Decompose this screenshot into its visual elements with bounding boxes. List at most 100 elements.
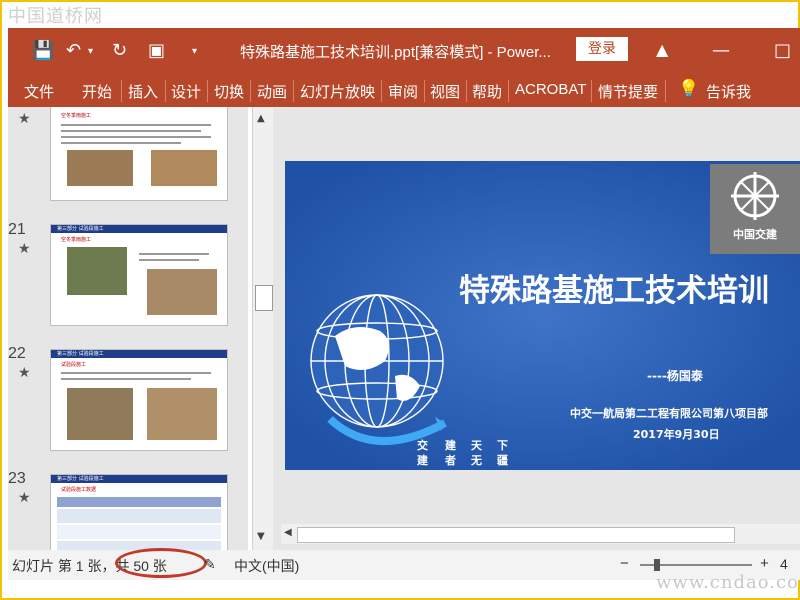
tab-home[interactable]: 开始 [82, 81, 112, 102]
logo-emblem-icon [731, 172, 779, 220]
motto-char: 下 [497, 439, 508, 452]
annotation-circle [115, 548, 207, 578]
star-icon: ★ [18, 365, 31, 381]
tab-divider [665, 80, 666, 102]
scrollbar-thumb[interactable] [297, 527, 735, 543]
text-line [61, 124, 211, 126]
tab-divider [293, 80, 294, 102]
motto-char: 交 [417, 439, 428, 452]
save-icon[interactable]: 💾 [32, 40, 54, 61]
undo-icon[interactable]: ↶ [66, 40, 81, 61]
watermark-top: 中国道桥网 [8, 6, 103, 27]
thumbnail-caption: 空冬季雨施工 [61, 113, 92, 119]
undo-dropdown-icon[interactable]: ▾ [88, 46, 93, 57]
star-icon: ★ [18, 490, 31, 506]
editor-horizontal-scrollbar[interactable]: ◀ [281, 524, 800, 544]
ribbon-tabs: 文件 开始 插入 设计 切换 动画 幻灯片放映 审阅 视图 帮助 ACROBAT… [8, 74, 800, 107]
window-title: 特殊路基施工技术培训.ppt[兼容模式] - Power... [240, 44, 551, 61]
table-row [57, 525, 221, 539]
tab-help[interactable]: 帮助 [472, 81, 502, 102]
scrollbar-thumb[interactable] [255, 285, 273, 311]
photo-image [67, 388, 133, 440]
minimize-icon[interactable]: — [712, 40, 730, 61]
slide-thumbnail-22[interactable]: 第三部分 试验段施工 试验段施工 [50, 349, 228, 451]
photo-image [147, 388, 217, 440]
title-bar: 💾 ↶ ▾ ↻ ▣ ▾ 特殊路基施工技术培训.ppt[兼容模式] - Power… [8, 28, 800, 74]
photo-image [147, 269, 217, 315]
scroll-left-icon[interactable]: ◀ [284, 527, 292, 538]
zoom-in-button[interactable]: + [760, 555, 769, 572]
tab-divider [165, 80, 166, 102]
motto-char: 天 [471, 439, 482, 452]
motto-char: 疆 [497, 454, 508, 467]
scroll-up-icon[interactable]: ▲ [257, 113, 265, 124]
language-indicator[interactable]: 中文(中国) [234, 556, 299, 576]
text-line [139, 253, 209, 255]
table-header [57, 497, 221, 507]
table-row [57, 541, 221, 550]
thumbnail-header-bar: 第三部分 试验段施工 [51, 225, 227, 233]
thumbnail-header: 第三部分 试验段施工 [57, 476, 104, 482]
lightbulb-icon[interactable]: 💡 [678, 79, 699, 99]
slide-number: 22 [8, 345, 26, 362]
tab-divider [207, 80, 208, 102]
star-icon: ★ [18, 111, 31, 127]
zoom-knob[interactable] [654, 559, 660, 571]
tab-file[interactable]: 文件 [24, 81, 54, 102]
slide-thumbnail-21[interactable]: 第三部分 试验段施工 空冬季雨施工 [50, 224, 228, 326]
present-icon[interactable]: ▣ [148, 40, 165, 61]
slide-organization: 中交一航局第二工程有限公司第八项目部 [570, 407, 768, 420]
tab-slideshow[interactable]: 幻灯片放映 [300, 81, 375, 102]
login-button[interactable]: 登录 [576, 37, 628, 61]
tab-design[interactable]: 设计 [171, 81, 201, 102]
tab-insert[interactable]: 插入 [128, 81, 158, 102]
text-line [139, 259, 199, 261]
zoom-percent[interactable]: 4 [780, 556, 788, 572]
scroll-down-icon[interactable]: ▼ [257, 531, 265, 542]
tab-divider [466, 80, 467, 102]
slide-date: 2017年9月30日 [633, 428, 720, 441]
table-row [57, 509, 221, 523]
photo-image [151, 150, 217, 186]
tab-transitions[interactable]: 切换 [214, 81, 244, 102]
maximize-icon[interactable]: □ [774, 40, 791, 61]
text-line [61, 372, 211, 374]
tab-divider [591, 80, 592, 102]
motto-char: 者 [445, 454, 456, 467]
photo-image [67, 247, 127, 295]
company-logo: 中国交建 [710, 164, 800, 254]
motto-char: 建 [445, 439, 456, 452]
slide-title: 特殊路基施工技术培训 [459, 273, 769, 309]
text-line [61, 142, 181, 144]
tab-review[interactable]: 审阅 [388, 81, 418, 102]
tab-divider [508, 80, 509, 102]
spellcheck-icon[interactable]: ✎ [204, 556, 216, 573]
slide-thumbnail-panel[interactable]: ★ 空冬季雨施工 21 ★ 第三部分 试验段施工 空冬季雨施工 22 ★ 第三部… [8, 107, 248, 550]
watermark-bottom: www.cndao.com [656, 572, 800, 593]
slide-thumbnail-23[interactable]: 第三部分 试验段施工 试验段施工数据 [50, 474, 228, 550]
thumbnail-header: 第三部分 试验段施工 [57, 351, 104, 357]
thumbnail-scrollbar[interactable]: ▲ ▼ [252, 107, 273, 550]
tab-storyboard[interactable]: 情节提要 [598, 81, 658, 102]
slide-number: 21 [8, 221, 26, 238]
redo-icon[interactable]: ↻ [112, 40, 127, 61]
slide-thumbnail-20[interactable]: 空冬季雨施工 [50, 107, 228, 201]
slide-number: 23 [8, 470, 26, 487]
tab-acrobat[interactable]: ACROBAT [515, 81, 586, 98]
text-line [61, 130, 201, 132]
zoom-slider[interactable]: − + 4 [612, 555, 788, 573]
tab-view[interactable]: 视图 [430, 81, 460, 102]
ribbon-display-icon[interactable]: ▲ [656, 40, 668, 59]
tab-divider [250, 80, 251, 102]
main-slide[interactable]: 中国交建 特殊路基施工技术培训 ----杨国泰 中交一航局第二工程有限公司第八项… [285, 161, 800, 470]
tab-animations[interactable]: 动画 [257, 81, 287, 102]
thumbnail-header-bar: 第三部分 试验段施工 [51, 350, 227, 358]
motto-char: 无 [471, 454, 482, 467]
tab-divider [381, 80, 382, 102]
globe-icon [310, 294, 444, 428]
motto-char: 建 [417, 454, 428, 467]
tell-me-search[interactable]: 告诉我 [706, 81, 751, 102]
customize-toolbar-icon[interactable]: ▾ [192, 46, 197, 57]
zoom-out-button[interactable]: − [620, 555, 629, 572]
logo-text: 中国交建 [733, 228, 777, 241]
